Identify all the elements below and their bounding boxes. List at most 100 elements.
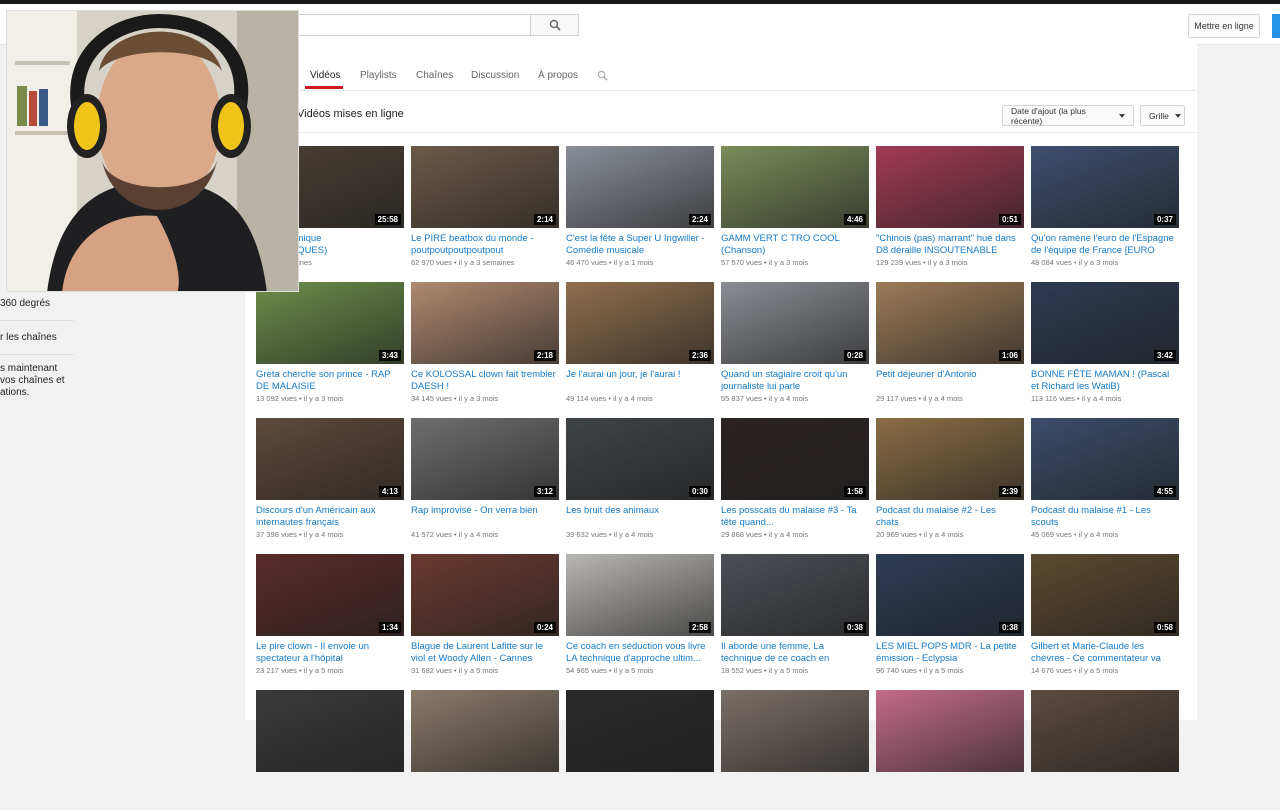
video-title-line: Comédie musicale xyxy=(566,245,645,256)
video-card[interactable] xyxy=(411,690,559,810)
video-card[interactable]: 2:18 Ce KOLOSSAL clown fait trembler DAESH… xyxy=(411,282,559,403)
video-card[interactable]: 0:58 Gilbert et Marie-Claude les chèvres -… xyxy=(1031,554,1179,675)
video-title[interactable]: Ce coach en séduction vous livre LA techn… xyxy=(566,641,714,665)
video-thumbnail[interactable]: 0:38 xyxy=(876,554,1024,636)
left-nav-item-channels[interactable]: r les chaînes xyxy=(0,332,57,344)
video-thumbnail[interactable]: 2:36 xyxy=(566,282,714,364)
video-card[interactable] xyxy=(876,690,1024,810)
video-thumbnail[interactable]: 1:06 xyxy=(876,282,1024,364)
video-card[interactable]: 1:06 Petit déjeuner d'Antonio 29 117 vues … xyxy=(876,282,1024,403)
video-thumbnail[interactable]: 2:14 xyxy=(411,146,559,228)
video-thumbnail[interactable]: 0:51 xyxy=(876,146,1024,228)
sort-dropdown[interactable]: Date d'ajout (la plus récente) xyxy=(1002,105,1134,126)
video-duration: 4:46 xyxy=(843,214,866,225)
video-title[interactable]: Podcast du malaise #2 - Les chats xyxy=(876,505,1024,529)
video-card[interactable]: 3:42 BONNE FÊTE MAMAN ! (Pascal et Richard… xyxy=(1031,282,1179,403)
video-thumbnail[interactable]: 2:18 xyxy=(411,282,559,364)
tab-discussion[interactable]: Discussion xyxy=(471,70,519,81)
video-card[interactable]: 0:38 Il aborde une femme. La technique de … xyxy=(721,554,869,675)
video-title[interactable]: Les bruit des animaux xyxy=(566,505,714,517)
video-thumbnail[interactable]: 0:28 xyxy=(721,282,869,364)
video-card[interactable]: 0:28 Quand un stagiaire croit qu'un journa… xyxy=(721,282,869,403)
video-thumbnail[interactable] xyxy=(411,690,559,772)
video-thumbnail[interactable]: 0:24 xyxy=(411,554,559,636)
video-thumbnail[interactable] xyxy=(876,690,1024,772)
video-thumbnail[interactable]: 4:55 xyxy=(1031,418,1179,500)
video-title[interactable]: Rap improvisé - On verra bien xyxy=(411,505,559,517)
video-card[interactable]: 1:58 Les posscats du malaise #3 - Ta tête … xyxy=(721,418,869,539)
video-title[interactable]: BONNE FÊTE MAMAN ! (Pascal et Richard les… xyxy=(1031,369,1179,393)
video-thumbnail[interactable]: 2:24 xyxy=(566,146,714,228)
video-title[interactable]: Le pire clown - Il envoie un spectateur à… xyxy=(256,641,404,665)
video-card[interactable]: 2:39 Podcast du malaise #2 - Les chats 20 9… xyxy=(876,418,1024,539)
upload-button[interactable]: Mettre en ligne xyxy=(1188,14,1260,38)
video-card[interactable]: 4:46 GAMM VERT C TRO COOL (Chanson) 57 570 … xyxy=(721,146,869,267)
video-title[interactable]: Blague de Laurent Lafitte sur le viol et … xyxy=(411,641,559,665)
video-thumbnail[interactable]: 3:12 xyxy=(411,418,559,500)
video-card[interactable]: 2:14 Le PIRE beatbox du monde - poutpoutpo… xyxy=(411,146,559,267)
video-title[interactable]: Le PIRE beatbox du monde - poutpoutpoutpo… xyxy=(411,233,559,257)
video-thumbnail[interactable]: 4:46 xyxy=(721,146,869,228)
video-title[interactable]: Les posscats du malaise #3 - Ta tête quan… xyxy=(721,505,869,529)
video-thumbnail[interactable]: 0:38 xyxy=(721,554,869,636)
video-thumbnail[interactable]: 1:58 xyxy=(721,418,869,500)
video-title[interactable]: LES MIEL POPS MDR - La petite émission - … xyxy=(876,641,1024,665)
video-title[interactable]: Podcast du malaise #1 - Les scouts xyxy=(1031,505,1179,529)
video-card[interactable]: 3:12 Rap improvisé - On verra bien 41 572 … xyxy=(411,418,559,539)
video-thumbnail[interactable]: 0:30 xyxy=(566,418,714,500)
view-dropdown[interactable]: Grille xyxy=(1140,105,1185,126)
video-thumbnail[interactable]: 0:37 xyxy=(1031,146,1179,228)
video-thumbnail[interactable] xyxy=(721,690,869,772)
video-thumbnail[interactable]: 4:13 xyxy=(256,418,404,500)
video-card[interactable] xyxy=(256,690,404,810)
video-title[interactable]: Gilbert et Marie-Claude les chèvres - Ce … xyxy=(1031,641,1179,665)
video-title[interactable]: Petit déjeuner d'Antonio xyxy=(876,369,1024,381)
video-card[interactable]: 1:34 Le pire clown - Il envoie un spectate… xyxy=(256,554,404,675)
video-thumbnail[interactable]: 2:58 xyxy=(566,554,714,636)
video-card[interactable]: 2:36 Je l'aurai un jour, je l'aurai ! 49 1… xyxy=(566,282,714,403)
video-card[interactable]: 4:13 Discours d'un Américain aux internaut… xyxy=(256,418,404,539)
video-thumbnail[interactable]: 2:39 xyxy=(876,418,1024,500)
video-card[interactable]: 0:38 LES MIEL POPS MDR - La petite émissio… xyxy=(876,554,1024,675)
meta-separator: • xyxy=(1071,530,1079,539)
video-title[interactable]: Greta cherche son prince - RAP DE MALAISI… xyxy=(256,369,404,393)
channel-search-icon[interactable] xyxy=(597,70,608,81)
video-card[interactable] xyxy=(721,690,869,810)
video-age: il y a 5 mois xyxy=(458,666,499,675)
search-button[interactable] xyxy=(530,14,579,36)
video-thumbnail[interactable]: 3:43 xyxy=(256,282,404,364)
video-title[interactable]: Il aborde une femme. La technique de ce c… xyxy=(721,641,869,665)
video-card[interactable]: 4:55 Podcast du malaise #1 - Les scouts 45 … xyxy=(1031,418,1179,539)
video-title[interactable]: Quand un stagiaire croit qu'un journalist… xyxy=(721,369,869,393)
video-card[interactable]: 2:24 C'est la fête à Super U Ingwiller -C… xyxy=(566,146,714,267)
video-card[interactable]: 0:30 Les bruit des animaux 39 632 vues • i… xyxy=(566,418,714,539)
video-card[interactable] xyxy=(566,690,714,810)
video-thumbnail[interactable] xyxy=(1031,690,1179,772)
video-card[interactable]: 2:58 Ce coach en séduction vous livre LA t… xyxy=(566,554,714,675)
video-thumbnail[interactable]: 1:34 xyxy=(256,554,404,636)
video-title[interactable]: Je l'aurai un jour, je l'aurai ! xyxy=(566,369,714,381)
video-thumbnail[interactable]: 0:58 xyxy=(1031,554,1179,636)
video-views: 23 217 vues xyxy=(256,666,297,675)
search-input[interactable] xyxy=(280,14,530,36)
video-title[interactable]: Qu'on ramène l'euro de l'Espagne de l'équ… xyxy=(1031,233,1179,257)
video-thumbnail[interactable] xyxy=(256,690,404,772)
video-title[interactable]: C'est la fête à Super U Ingwiller - Coméd… xyxy=(566,233,714,257)
tab-playlists[interactable]: Playlists xyxy=(360,70,397,81)
video-thumbnail[interactable] xyxy=(566,690,714,772)
sign-in-button-edge[interactable] xyxy=(1272,14,1280,38)
video-title[interactable]: GAMM VERT C TRO COOL (Chanson) xyxy=(721,233,869,257)
video-card[interactable]: 3:43 Greta cherche son prince - RAP DE MAL… xyxy=(256,282,404,403)
video-title[interactable]: Ce KOLOSSAL clown fait trembler DAESH ! xyxy=(411,369,559,393)
video-title[interactable]: "Chinois (pas) marrant" hué dans D8 dérai… xyxy=(876,233,1024,257)
tab-videos[interactable]: Vidéos xyxy=(310,70,340,81)
tab-channels[interactable]: Chaînes xyxy=(416,70,453,81)
left-nav-item-360[interactable]: 360 degrés xyxy=(0,298,50,310)
tab-about[interactable]: À propos xyxy=(538,70,578,81)
video-card[interactable]: 0:37 Qu'on ramène l'euro de l'Espagne de l… xyxy=(1031,146,1179,267)
video-card[interactable] xyxy=(1031,690,1179,810)
video-card[interactable]: 0:51 "Chinois (pas) marrant" hué dans D8 d… xyxy=(876,146,1024,267)
video-thumbnail[interactable]: 3:42 xyxy=(1031,282,1179,364)
video-title[interactable]: Discours d'un Américain aux internautes f… xyxy=(256,505,404,529)
video-card[interactable]: 0:24 Blague de Laurent Lafitte sur le viol… xyxy=(411,554,559,675)
